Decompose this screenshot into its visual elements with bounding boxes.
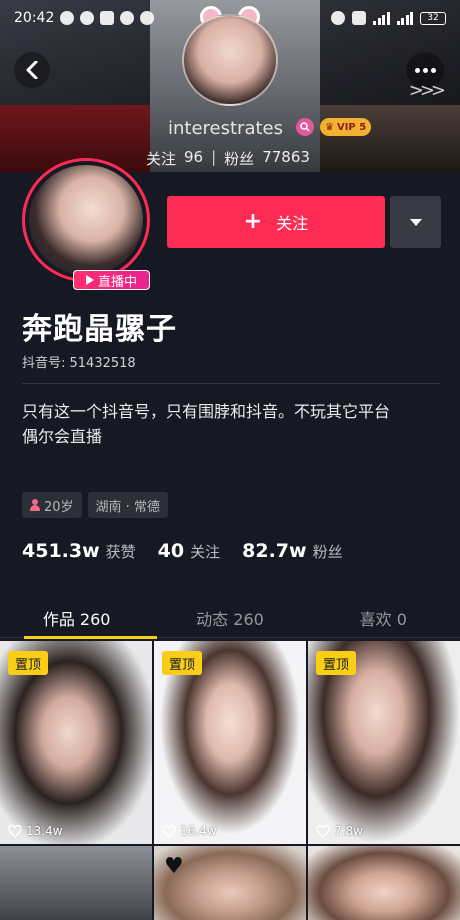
banner-stats: 关注 96 | 粉丝 77863 bbox=[146, 148, 310, 168]
followers-stat[interactable]: 82.7w 粉丝 bbox=[242, 540, 342, 562]
profile-nickname: 奔跑晶骡子 bbox=[22, 312, 177, 347]
thumbnail-image bbox=[308, 846, 460, 920]
video-thumbnail[interactable]: 置顶 13.4w bbox=[0, 641, 152, 844]
walk-icon bbox=[60, 11, 75, 25]
crown-icon: ♛ bbox=[325, 121, 334, 133]
heart-icon bbox=[8, 824, 22, 838]
chat-icon bbox=[140, 11, 155, 25]
video-likes: 13.4w bbox=[8, 824, 63, 838]
video-thumbnail[interactable]: 置顶 7.8w bbox=[308, 641, 460, 844]
message-icon bbox=[80, 11, 95, 25]
caret-down-icon bbox=[409, 218, 422, 226]
video-likes: 7.8w bbox=[316, 824, 363, 838]
wifi-icon bbox=[352, 11, 366, 25]
video-thumbnail[interactable] bbox=[308, 846, 460, 920]
video-thumbnail[interactable]: ♥ bbox=[154, 846, 306, 920]
thumbnail-image bbox=[0, 846, 152, 920]
dot-icon bbox=[414, 67, 420, 73]
vip-badge: ♛ VIP 5 bbox=[320, 118, 372, 136]
avatar-image bbox=[29, 165, 143, 275]
profile-bio: 只有这一个抖音号，只有围脖和抖音。不玩其它平台 偶尔会直播 bbox=[22, 399, 442, 449]
tab-works[interactable]: 作品 260 bbox=[0, 598, 158, 639]
video-thumbnail[interactable]: 置顶 16.4w bbox=[154, 641, 306, 844]
pinned-badge: 置顶 bbox=[162, 651, 203, 675]
tab-likes[interactable]: 喜欢 0 bbox=[307, 598, 460, 637]
battery-icon: 32 bbox=[420, 11, 446, 25]
pinned-badge: 置顶 bbox=[8, 651, 49, 675]
location-tag: 湖南 · 常德 bbox=[87, 492, 168, 518]
video-thumbnail[interactable] bbox=[0, 846, 152, 920]
bio-line: 只有这一个抖音号，只有围脖和抖音。不玩其它平台 bbox=[22, 402, 391, 421]
likes-stat: 451.3w 获赞 bbox=[22, 540, 136, 562]
plus-icon: + bbox=[243, 209, 263, 234]
video-grid: 置顶 13.4w 置顶 16.4w 置顶 7.8w ♥ bbox=[0, 641, 460, 920]
video-likes: 16.4w bbox=[162, 824, 217, 838]
dot-icon bbox=[430, 67, 436, 73]
signal-icon bbox=[396, 11, 413, 25]
divider bbox=[22, 383, 440, 384]
arrow-decoration: >>> bbox=[408, 80, 446, 101]
banner-username: interestrates bbox=[168, 118, 283, 139]
following-stat[interactable]: 40 关注 bbox=[158, 540, 220, 562]
recommend-dropdown-button[interactable] bbox=[390, 196, 441, 248]
follow-button[interactable]: + 关注 bbox=[167, 196, 385, 248]
search-icon[interactable] bbox=[296, 118, 314, 136]
profile-stats: 451.3w 获赞 40 关注 82.7w 粉丝 bbox=[22, 540, 343, 562]
profile-avatar[interactable] bbox=[22, 158, 150, 282]
person-icon bbox=[30, 499, 40, 511]
status-time: 20:42 bbox=[14, 10, 55, 26]
bio-line: 偶尔会直播 bbox=[22, 427, 103, 446]
age-tag: 20岁 bbox=[22, 492, 82, 518]
heart-icon bbox=[316, 824, 330, 838]
chevron-left-icon bbox=[26, 61, 38, 79]
douyin-id: 抖音号: 51432518 bbox=[22, 356, 136, 371]
back-button[interactable] bbox=[14, 52, 50, 88]
live-badge[interactable]: 直播中 bbox=[73, 270, 150, 290]
dot-icon bbox=[422, 67, 428, 73]
signal-icon bbox=[373, 11, 390, 25]
heart-icon bbox=[162, 824, 176, 838]
pinned-badge: 置顶 bbox=[316, 651, 357, 675]
chat-icon bbox=[120, 11, 135, 25]
alarm-icon bbox=[331, 11, 345, 25]
play-icon bbox=[85, 275, 94, 285]
profile-tabs: 作品 260 动态 260 喜欢 0 bbox=[0, 598, 460, 639]
banner-avatar bbox=[182, 14, 278, 106]
black-heart-icon: ♥ bbox=[164, 854, 184, 879]
profile-banner: 20:42 32 >>> interestrates ♛ VIP 5 关注 96… bbox=[0, 0, 460, 172]
notification-icon bbox=[100, 11, 115, 25]
tab-dynamics[interactable]: 动态 260 bbox=[153, 598, 306, 637]
profile-tags: 20岁 湖南 · 常德 bbox=[22, 492, 168, 518]
